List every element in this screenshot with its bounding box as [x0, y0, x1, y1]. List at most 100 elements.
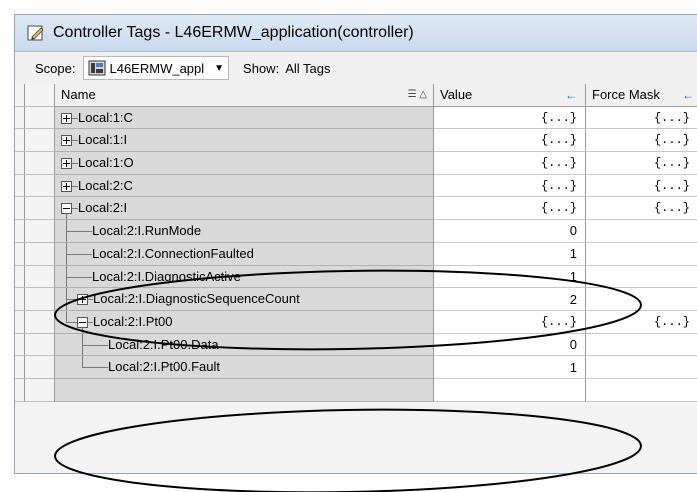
table-row[interactable]: Local:1:I {...} {...}	[15, 129, 697, 153]
tag-force-cell[interactable]: {...}	[586, 152, 697, 175]
controller-tags-window: Controller Tags - L46ERMW_application(co…	[14, 14, 697, 474]
tag-value-cell[interactable]: {...}	[434, 129, 586, 153]
table-row[interactable]: Local:2:I.Pt00.Data 0	[15, 333, 697, 357]
tag-name: Local:2:I.RunMode	[92, 223, 202, 239]
table-row[interactable]: Local:2:C {...} {...}	[15, 174, 697, 198]
tag-name: Local:1:I	[78, 132, 128, 148]
tag-name-cell[interactable]: Local:1:O	[55, 152, 434, 175]
table-row-partial	[15, 378, 697, 402]
expand-plus-icon[interactable]	[61, 112, 72, 124]
tag-value-cell[interactable]: {...}	[434, 197, 586, 221]
tag-name-cell[interactable]: Local:2:I.ConnectionFaulted	[55, 242, 434, 266]
show-filter-value[interactable]: All Tags	[285, 61, 330, 76]
tag-name-cell[interactable]: Local:2:I.DiagnosticActive	[55, 265, 434, 289]
tag-force-cell[interactable]: {...}	[586, 310, 697, 334]
tag-value-cell[interactable]: 1	[434, 242, 586, 266]
arrow-left-icon: ←	[565, 87, 577, 102]
tag-force-cell[interactable]	[586, 242, 697, 266]
tag-force-cell[interactable]	[586, 356, 697, 379]
tag-value-cell[interactable]: {...}	[434, 106, 586, 130]
tag-name-cell[interactable]: Local:2:C	[55, 174, 434, 198]
tag-name: Local:2:I.Pt00	[93, 313, 173, 329]
scope-toolbar: Scope: L46ERMW_appl ▼ Show: All Tags	[15, 52, 697, 85]
tag-name-cell[interactable]: Local:1:I	[55, 129, 434, 153]
row-selector[interactable]	[15, 220, 55, 243]
scope-dropdown[interactable]: L46ERMW_appl ▼	[83, 56, 230, 80]
row-selector[interactable]	[15, 310, 55, 334]
row-selector[interactable]	[15, 174, 55, 198]
tag-value-cell[interactable]: {...}	[434, 174, 586, 198]
table-row[interactable]: Local:2:I.ConnectionFaulted 1	[15, 242, 697, 266]
grid-header-row: Name ☰ △ Value ← Force Mask ←	[15, 84, 697, 107]
row-selector[interactable]	[15, 333, 55, 357]
tag-value-cell[interactable]: 2	[434, 288, 586, 311]
tag-force-cell[interactable]: {...}	[586, 106, 697, 130]
value-column-label: Value	[440, 87, 473, 103]
tag-force-cell[interactable]	[586, 265, 697, 289]
column-header-value[interactable]: Value ←	[434, 84, 586, 107]
tag-name: Local:2:I.DiagnosticActive	[92, 268, 241, 284]
tag-value-cell[interactable]: {...}	[434, 152, 586, 175]
table-row[interactable]: Local:2:I.Pt00 {...} {...}	[15, 310, 697, 334]
row-selector[interactable]	[15, 356, 55, 379]
table-row[interactable]: Local:2:I.Pt00.Fault 1	[15, 356, 697, 379]
tag-name-cell[interactable]: Local:2:I.RunMode	[55, 220, 434, 243]
expand-plus-icon[interactable]	[61, 135, 72, 147]
table-row[interactable]: Local:2:I.DiagnosticActive 1	[15, 265, 697, 289]
tag-name: Local:2:C	[78, 177, 133, 193]
tag-force-cell	[586, 378, 697, 402]
tag-force-cell[interactable]: {...}	[586, 197, 697, 221]
tag-name-cell[interactable]: Local:2:I.Pt00	[55, 310, 434, 334]
tag-name: Local:1:C	[78, 109, 133, 125]
force-mask-column-label: Force Mask	[592, 87, 660, 103]
collapse-minus-icon[interactable]	[77, 316, 88, 328]
row-selector[interactable]	[15, 197, 55, 221]
expand-plus-icon[interactable]	[61, 180, 72, 192]
tag-force-cell[interactable]	[586, 333, 697, 357]
window-title: Controller Tags - L46ERMW_application(co…	[53, 24, 414, 41]
tag-value-cell[interactable]: 0	[434, 220, 586, 243]
tag-name: Local:2:I.Pt00.Fault	[108, 359, 221, 375]
collapse-minus-icon[interactable]	[61, 203, 72, 215]
tag-force-cell[interactable]: {...}	[586, 174, 697, 198]
tag-force-cell[interactable]: {...}	[586, 129, 697, 153]
table-row[interactable]: Local:2:I {...} {...}	[15, 197, 697, 221]
tag-name: Local:2:I.ConnectionFaulted	[92, 245, 254, 261]
row-selector	[15, 378, 55, 402]
table-row[interactable]: Local:1:O {...} {...}	[15, 152, 697, 175]
tag-value-cell[interactable]: 1	[434, 265, 586, 289]
tag-name-cell[interactable]: Local:2:I.Pt00.Fault	[55, 356, 434, 379]
sort-icon[interactable]: ☰ △	[408, 89, 427, 100]
column-header-name[interactable]: Name ☰ △	[55, 84, 434, 107]
table-row[interactable]: Local:1:C {...} {...}	[15, 106, 697, 130]
tag-name-cell[interactable]: Local:2:I	[55, 197, 434, 221]
tag-name: Local:2:I.Pt00.Data	[108, 336, 219, 352]
arrow-left-icon: ←	[682, 87, 694, 102]
tag-force-cell[interactable]	[586, 288, 697, 311]
edit-tags-icon	[27, 25, 44, 41]
show-label: Show:	[243, 60, 280, 76]
column-header-force-mask[interactable]: Force Mask ←	[586, 84, 697, 107]
expand-plus-icon[interactable]	[61, 158, 72, 170]
row-selector[interactable]	[15, 265, 55, 289]
controller-icon	[88, 60, 106, 76]
table-row[interactable]: Local:2:I.RunMode 0	[15, 220, 697, 243]
tag-name-cell[interactable]: Local:2:I.DiagnosticSequenceCount	[55, 288, 434, 311]
row-selector[interactable]	[15, 106, 55, 130]
row-selector[interactable]	[15, 129, 55, 153]
row-selector[interactable]	[15, 288, 55, 311]
scope-value: L46ERMW_appl	[109, 60, 205, 76]
row-selector[interactable]	[15, 242, 55, 266]
table-row[interactable]: Local:2:I.DiagnosticSequenceCount 2	[15, 288, 697, 311]
tag-force-cell[interactable]	[586, 220, 697, 243]
tag-value-cell[interactable]: {...}	[434, 310, 586, 334]
expand-plus-icon[interactable]	[77, 294, 88, 306]
row-selector[interactable]	[15, 152, 55, 175]
title-bar: Controller Tags - L46ERMW_application(co…	[15, 15, 697, 52]
tag-value-cell[interactable]: 0	[434, 333, 586, 357]
tag-name-cell[interactable]: Local:1:C	[55, 106, 434, 130]
tag-value-cell[interactable]: 1	[434, 356, 586, 379]
tag-name-cell[interactable]: Local:2:I.Pt00.Data	[55, 333, 434, 357]
scope-label: Scope:	[35, 60, 76, 76]
tag-name: Local:1:O	[78, 155, 134, 171]
